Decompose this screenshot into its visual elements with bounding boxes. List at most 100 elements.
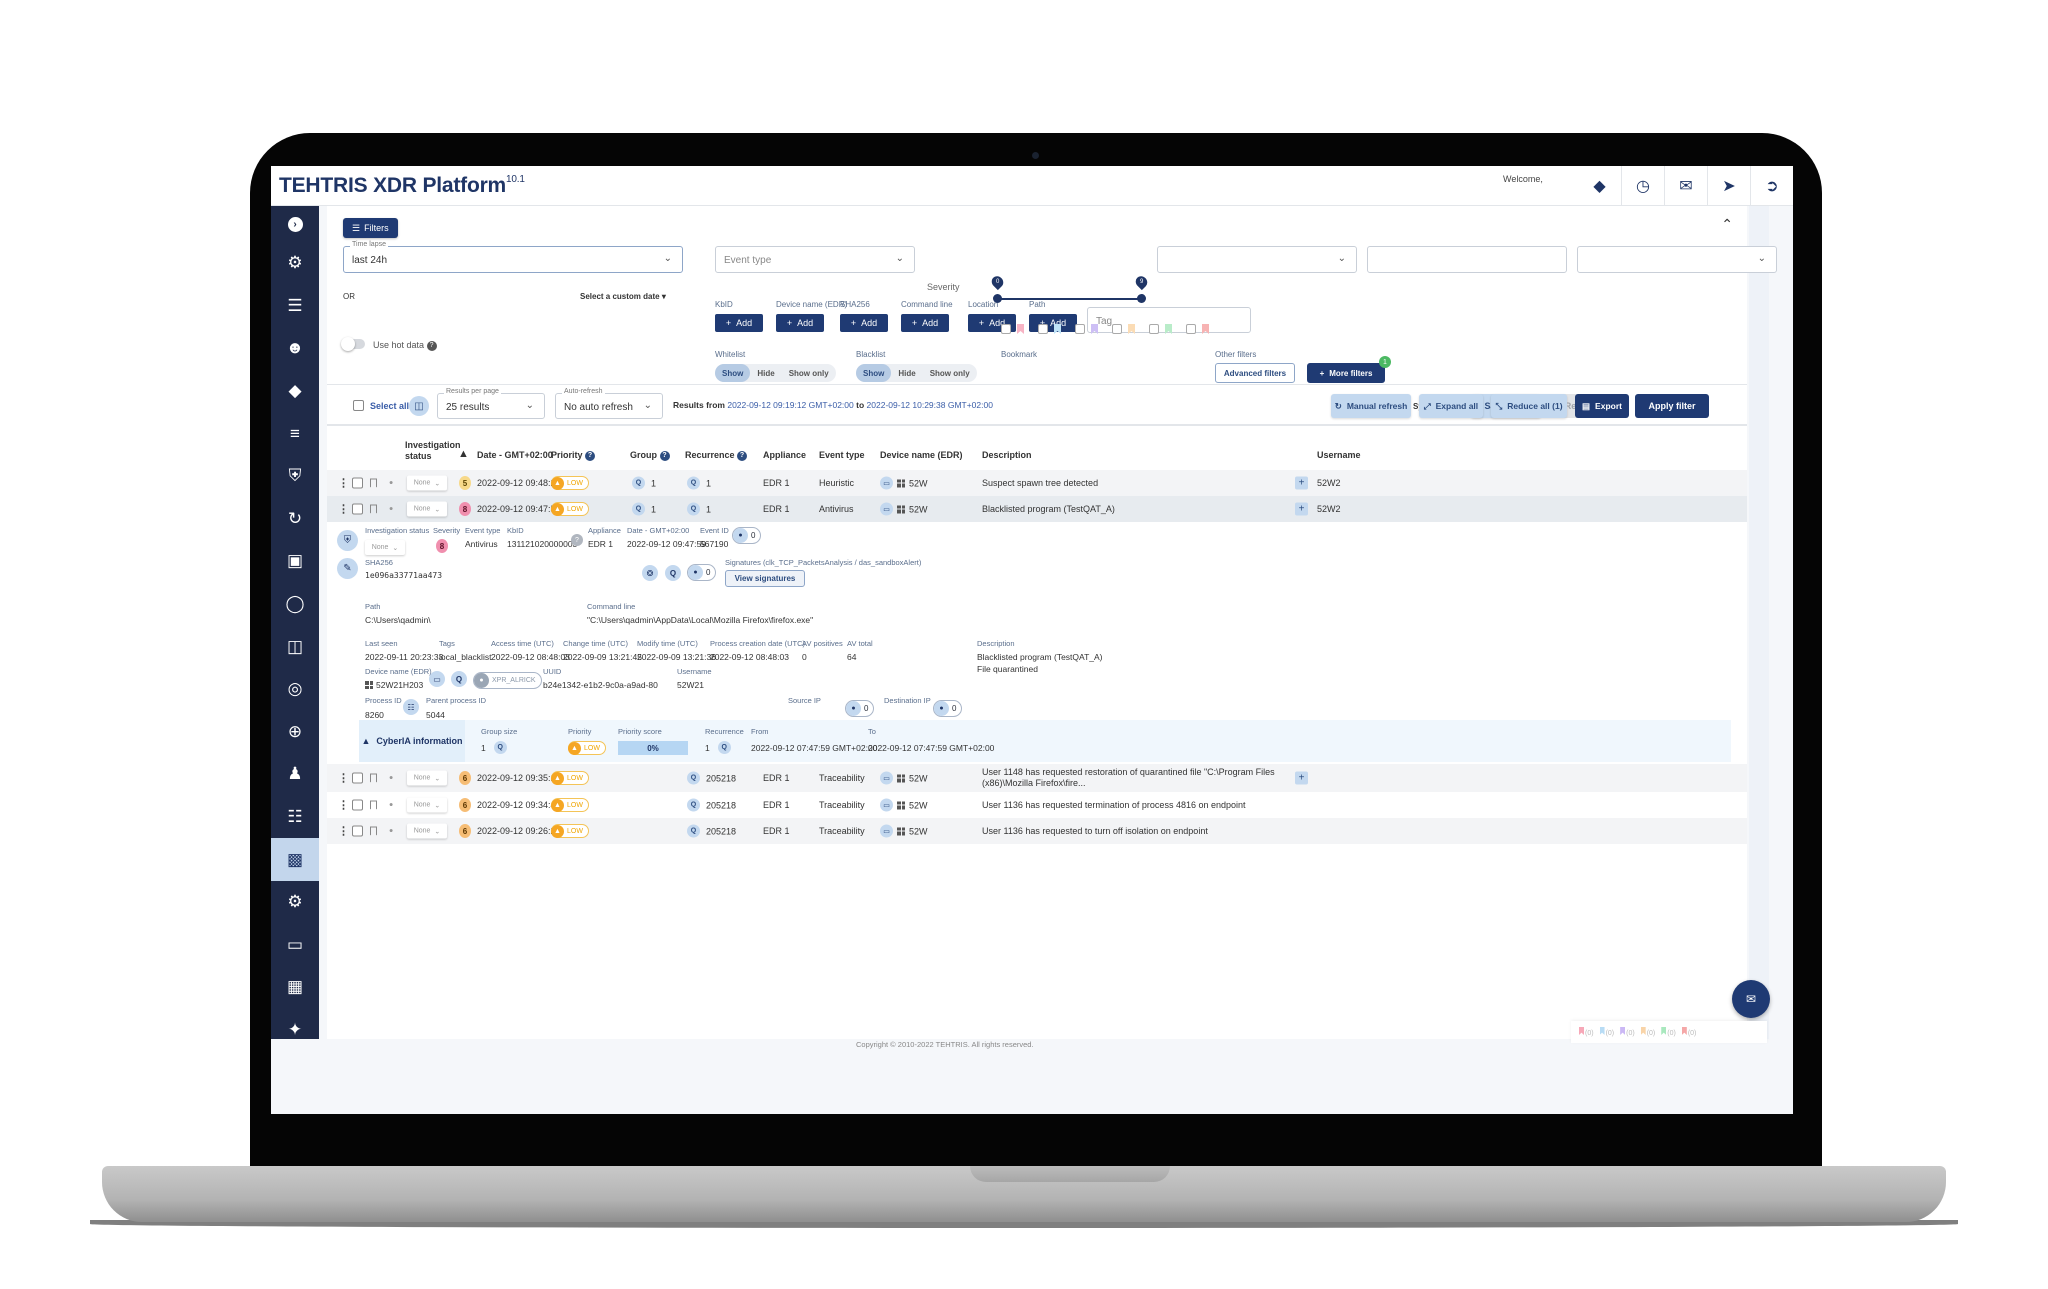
filters-button[interactable]: ☰ Filters <box>343 218 398 238</box>
time-lapse-select[interactable]: Time lapse last 24h ⌄ <box>343 241 683 273</box>
blacklist-show-only[interactable]: Show only <box>923 364 977 382</box>
bookmark-count[interactable]: (0) <box>1620 1027 1635 1037</box>
sidebar-item-firewall[interactable]: ◯ <box>271 583 319 626</box>
table-row[interactable]: ⋮ ● None ⌄ 8 2022-09-12 09:47:59 ▲ LOW Q1 … <box>327 496 1747 522</box>
bookmark-count[interactable]: (0) <box>1579 1027 1594 1037</box>
sha-comments-button[interactable]: ● 0 <box>687 564 717 581</box>
kebab-menu-icon[interactable]: ⋮ <box>338 503 349 516</box>
detail-status-select[interactable]: None ⌄ <box>365 540 405 555</box>
col-appliance[interactable]: Appliance <box>763 450 806 460</box>
advanced-filters-button[interactable]: Advanced filters <box>1215 363 1295 383</box>
sidebar-item-logs[interactable]: ≡ <box>271 412 319 455</box>
bookmark-checkbox[interactable] <box>1001 324 1011 334</box>
sidebar-item-monitor[interactable]: ▭ <box>271 924 319 967</box>
columns-icon[interactable]: ◫ <box>409 396 429 416</box>
results-per-page-select[interactable]: Results per page 25 results ⌄ <box>437 388 545 419</box>
sidebar-item-target[interactable]: ⊕ <box>271 711 319 754</box>
search-icon[interactable]: Q <box>451 671 467 687</box>
bookmark-icon[interactable] <box>370 504 377 514</box>
search-icon[interactable]: Q <box>632 476 645 490</box>
logout-icon[interactable]: ➲ <box>1750 166 1793 206</box>
table-row[interactable]: ⋮ ● None ⌄ 6 2022-09-12 09:26:29 ▲ LOW Q 20… <box>327 818 1747 844</box>
col-date[interactable]: Date - GMT+02:00 <box>477 450 553 460</box>
help-icon[interactable]: ? <box>426 340 437 351</box>
row-checkbox[interactable] <box>352 799 363 811</box>
search-icon[interactable]: Q <box>687 798 700 812</box>
select-all-checkbox[interactable] <box>353 400 364 411</box>
event-type-select[interactable]: Event type ⌄ <box>715 246 915 273</box>
select-all[interactable]: Select all <box>353 400 409 411</box>
sidebar-item-dashboard[interactable]: ⚙ <box>271 242 319 285</box>
sidebar-item-radar[interactable]: ◎ <box>271 668 319 711</box>
group-cell[interactable]: Q1 <box>632 502 656 516</box>
event-comments-button[interactable]: ● 0 <box>732 527 762 544</box>
sidebar-item-network[interactable]: ◫ <box>271 625 319 668</box>
export-button[interactable]: ▤ Export <box>1575 394 1629 418</box>
sidebar-item-xdr[interactable]: ◆ <box>271 370 319 413</box>
source-ip-comments-button[interactable]: ● 0 <box>845 700 875 717</box>
search-icon[interactable]: Q <box>687 771 700 785</box>
xpr-tag[interactable]: ● XPR_ALRICK <box>473 672 542 689</box>
bookmark-count[interactable]: (0) <box>1599 1027 1614 1037</box>
filter-input-2[interactable] <box>1367 246 1567 273</box>
hot-data-toggle[interactable] <box>341 337 365 351</box>
monitor-icon[interactable]: ▭ <box>429 671 445 687</box>
col-group[interactable]: Group ? <box>630 450 670 461</box>
kebab-menu-icon[interactable]: ⋮ <box>338 825 349 838</box>
kebab-menu-icon[interactable]: ⋮ <box>338 772 349 785</box>
comments-icon[interactable]: ● <box>389 480 393 487</box>
bookmark-checkbox[interactable] <box>1112 324 1122 334</box>
mail-icon[interactable]: ✉ <box>1664 166 1707 206</box>
sidebar-toggle[interactable]: › <box>271 206 319 242</box>
table-row[interactable]: ⋮ ● None ⌄ 5 2022-09-12 09:48:26 ▲ LOW Q1 … <box>327 470 1747 496</box>
comments-icon[interactable]: ● <box>389 802 393 809</box>
filter-select-3[interactable]: ⌄ <box>1577 246 1777 273</box>
investigation-status-select[interactable]: None ⌄ <box>407 501 447 517</box>
row-checkbox[interactable] <box>352 825 363 837</box>
bookmark-count[interactable]: (0) <box>1681 1027 1696 1037</box>
scrollbar[interactable] <box>1749 206 1769 1039</box>
chevron-up-icon[interactable]: ⌃ <box>1721 216 1733 233</box>
bookmark-icon[interactable] <box>370 800 377 810</box>
tags-icon[interactable]: ➤ <box>1707 166 1750 206</box>
sidebar-item-satellite[interactable]: ✦ <box>271 1009 319 1052</box>
monitor-icon[interactable]: ▭ <box>880 798 893 812</box>
col-recurrence[interactable]: Recurrence ? <box>685 450 748 461</box>
recurrence-cell[interactable]: Q 205218 <box>687 824 736 838</box>
sidebar-item-sitemap[interactable]: ☷ <box>271 796 319 839</box>
bookmark-checkbox[interactable] <box>1075 324 1085 334</box>
recurrence-cell[interactable]: Q 205218 <box>687 798 736 812</box>
manual-refresh-button[interactable]: ↻ Manual refresh <box>1331 394 1411 418</box>
monitor-icon[interactable]: ▭ <box>880 476 893 490</box>
search-icon[interactable]: Q <box>665 565 681 581</box>
sidebar-item-robot[interactable]: ▩ <box>271 838 319 881</box>
kebab-menu-icon[interactable]: ⋮ <box>338 799 349 812</box>
search-icon[interactable]: Q <box>717 741 731 754</box>
monitor-icon[interactable]: ▭ <box>880 771 893 785</box>
view-signatures-button[interactable]: View signatures <box>725 570 805 587</box>
group-cell[interactable]: Q1 <box>632 476 656 490</box>
col-investigation-status[interactable]: Investigation status <box>405 440 461 462</box>
severity-slider-track[interactable] <box>997 298 1141 300</box>
sidebar-item-lock[interactable]: ↻ <box>271 498 319 541</box>
monitor-icon[interactable]: ▭ <box>880 502 893 516</box>
row-checkbox[interactable] <box>352 503 363 515</box>
search-icon[interactable]: Q <box>493 741 507 754</box>
expand-all-button[interactable]: ⤢ Expand all <box>1419 394 1483 418</box>
custom-date-dropdown[interactable]: Select a custom date ▾ <box>580 292 666 301</box>
expand-row-button[interactable]: + <box>1295 476 1308 490</box>
col-description[interactable]: Description <box>982 450 1032 460</box>
row-checkbox[interactable] <box>352 772 363 784</box>
investigation-status-select[interactable]: None ⌄ <box>407 797 447 813</box>
sidebar-item-pawn[interactable]: ♟ <box>271 753 319 796</box>
search-icon[interactable]: Q <box>632 502 645 516</box>
investigation-status-select[interactable]: None ⌄ <box>407 770 447 786</box>
kebab-menu-icon[interactable]: ⋮ <box>338 477 349 490</box>
recurrence-cell[interactable]: Q 205218 <box>687 771 736 785</box>
comments-icon[interactable]: ● <box>389 775 393 782</box>
add-kbid-button[interactable]: + Add <box>715 314 763 332</box>
col-event-type[interactable]: Event type <box>819 450 865 460</box>
col-device-name[interactable]: Device name (EDR) <box>880 450 963 460</box>
whitelist-show[interactable]: Show <box>715 364 751 382</box>
col-username[interactable]: Username <box>1317 450 1361 460</box>
